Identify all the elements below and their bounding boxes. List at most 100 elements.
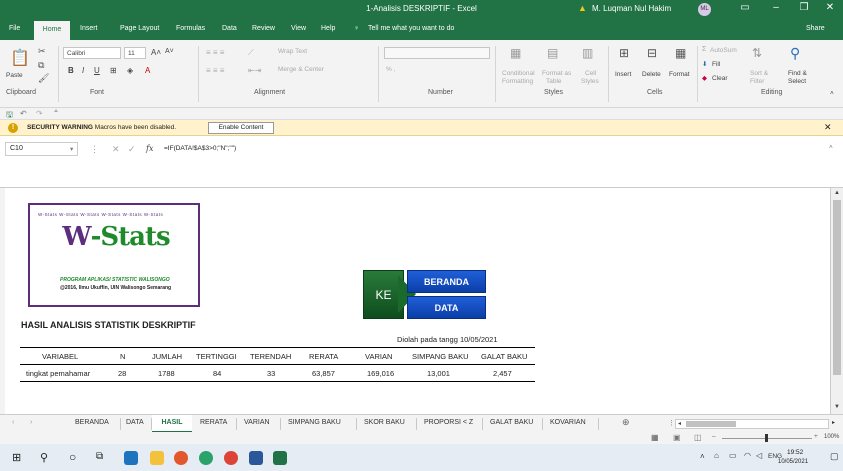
format-cells-label[interactable]: Format — [669, 71, 690, 78]
font-color-icon[interactable]: A — [145, 66, 150, 75]
chrome-icon[interactable] — [224, 451, 238, 465]
tab-galat-baku[interactable]: GALAT BAKU — [490, 419, 533, 426]
paste-label[interactable]: Paste — [6, 72, 23, 79]
cell-terendah[interactable]: 33 — [267, 369, 275, 378]
cell-galat-baku[interactable]: 2,457 — [493, 369, 512, 378]
align-top-icon[interactable]: ≡ ≡ ≡ — [206, 48, 224, 57]
enter-icon[interactable]: ✓ — [128, 144, 136, 155]
minimize-button[interactable]: – — [769, 2, 783, 13]
cell-rerata[interactable]: 63,857 — [312, 369, 335, 378]
volume-icon[interactable]: ◁ — [756, 451, 762, 460]
more-icon[interactable]: ⋮ — [90, 144, 99, 155]
vertical-scrollbar[interactable]: ▲ ▼ — [830, 188, 843, 414]
data-button[interactable]: DATA — [407, 296, 486, 319]
format-cells-icon[interactable]: ▦ — [675, 46, 686, 60]
wrap-text-button[interactable]: Wrap Text — [278, 48, 307, 55]
warning-icon[interactable]: ▲ — [578, 3, 587, 13]
scroll-right-icon[interactable]: ▸ — [832, 419, 835, 426]
prev-sheet-icon[interactable]: ‹ — [12, 419, 14, 426]
excel-icon[interactable] — [273, 451, 287, 465]
battery-icon[interactable]: ▭ — [729, 451, 737, 460]
header-n[interactable]: N — [120, 352, 125, 361]
header-galat-baku[interactable]: GALAT BAKU — [481, 352, 527, 361]
mail-icon[interactable] — [124, 451, 138, 465]
orientation-icon[interactable]: ⟋ — [248, 48, 254, 58]
tab-help[interactable]: Help — [321, 25, 335, 32]
normal-view-icon[interactable]: ▦ — [651, 433, 659, 442]
header-variabel[interactable]: VARIABEL — [42, 352, 78, 361]
zoom-in-icon[interactable]: + — [814, 433, 818, 440]
cell-styles-label[interactable]: Cell — [585, 70, 596, 77]
tab-insert[interactable]: Insert — [80, 25, 98, 32]
format-painter-icon[interactable]: 🖌 — [38, 73, 49, 84]
merge-center-button[interactable]: Merge & Center — [278, 66, 324, 73]
tab-formulas[interactable]: Formulas — [176, 25, 205, 32]
font-size-select[interactable]: 11 — [124, 47, 146, 59]
tab-page-layout[interactable]: Page Layout — [120, 25, 159, 32]
collapse-ribbon-icon[interactable]: ˄ — [830, 90, 834, 97]
tab-beranda[interactable]: BERANDA — [75, 419, 109, 426]
add-sheet-icon[interactable]: ⊕ — [622, 417, 630, 428]
delete-cells-label[interactable]: Delete — [642, 71, 661, 78]
formula-input[interactable]: =IF(DATA!$A$3>0;"N";"") — [164, 145, 236, 152]
cell-simpang-baku[interactable]: 13,001 — [427, 369, 450, 378]
search-icon[interactable]: ⚲ — [790, 45, 800, 62]
expand-formula-bar-icon[interactable]: ˄ — [829, 144, 833, 151]
cell-varian[interactable]: 169,016 — [367, 369, 394, 378]
close-button[interactable]: ✕ — [823, 2, 837, 13]
header-tertinggi[interactable]: TERTINGGI — [196, 352, 237, 361]
format-as-table-label[interactable]: Format as — [542, 70, 571, 77]
zoom-out-icon[interactable]: – — [712, 433, 716, 440]
tell-me-search[interactable]: Tell me what you want to do — [368, 25, 454, 32]
insert-cells-label[interactable]: Insert — [615, 71, 631, 78]
fill-icon[interactable]: ⬇ — [702, 60, 707, 68]
more-options-icon[interactable]: ⋮ — [668, 419, 675, 427]
italic-icon[interactable]: I — [82, 66, 84, 75]
word-icon[interactable] — [249, 451, 263, 465]
next-sheet-icon[interactable]: › — [30, 419, 32, 426]
clock-date[interactable]: 10/05/2021 — [778, 459, 808, 465]
tab-kovarian[interactable]: KOVARIAN — [550, 419, 586, 426]
user-name[interactable]: M. Luqman Nul Hakim — [592, 4, 671, 13]
paste-icon[interactable]: 📋 — [10, 48, 30, 68]
tab-skor-baku[interactable]: SKOR BAKU — [364, 419, 405, 426]
clear-button[interactable]: Clear — [712, 75, 728, 82]
zoom-slider-thumb[interactable] — [765, 434, 768, 442]
clock-time[interactable]: 19:52 — [787, 449, 803, 456]
cut-icon[interactable]: ✂ — [38, 46, 46, 57]
cortana-icon[interactable]: ○ — [69, 450, 76, 464]
tab-view[interactable]: View — [291, 25, 306, 32]
share-button[interactable]: Share — [806, 25, 825, 32]
tab-proporsi[interactable]: PROPORSI < Z — [424, 419, 473, 426]
copy-icon[interactable]: ⧉ — [38, 60, 44, 71]
header-jumlah[interactable]: JUMLAH — [152, 352, 182, 361]
firefox-icon[interactable] — [174, 451, 188, 465]
wifi-icon[interactable]: ◠ — [744, 451, 751, 460]
clear-icon[interactable]: ◆ — [702, 74, 707, 82]
conditional-formatting-icon[interactable]: ▦ — [510, 46, 521, 60]
name-box-dropdown-icon[interactable]: ▾ — [70, 145, 73, 153]
cell-n[interactable]: 28 — [118, 369, 126, 378]
enable-content-button[interactable]: Enable Content — [208, 122, 274, 134]
header-rerata[interactable]: RERATA — [309, 352, 338, 361]
show-hidden-icons[interactable]: ˄ — [700, 452, 705, 461]
header-simpang-baku[interactable]: SIMPANG BAKU — [412, 352, 469, 361]
delete-cells-icon[interactable]: ⊟ — [647, 46, 657, 60]
align-left-icon[interactable]: ≡ ≡ ≡ — [206, 66, 224, 75]
scroll-down-icon[interactable]: ▼ — [834, 404, 840, 410]
cell-tertinggi[interactable]: 84 — [213, 369, 221, 378]
page-layout-view-icon[interactable]: ▣ — [673, 433, 681, 442]
zoom-level[interactable]: 100% — [824, 434, 839, 440]
autosum-icon[interactable]: Σ — [702, 46, 706, 53]
page-break-view-icon[interactable]: ◫ — [694, 433, 702, 442]
tab-file[interactable]: File — [9, 25, 20, 32]
ribbon-display-icon[interactable]: ▭ — [738, 2, 752, 13]
cancel-icon[interactable]: ✕ — [112, 144, 120, 155]
name-box[interactable]: C10 — [5, 142, 78, 156]
cell-variabel[interactable]: tingkat pemahamar — [26, 369, 90, 378]
tab-varian[interactable]: VARIAN — [244, 419, 270, 426]
percent-comma-icons[interactable]: % , — [386, 66, 395, 73]
fill-color-icon[interactable]: ◈ — [127, 66, 133, 75]
insert-function-icon[interactable]: fx — [146, 144, 153, 153]
tab-hasil[interactable]: HASIL — [152, 415, 192, 433]
